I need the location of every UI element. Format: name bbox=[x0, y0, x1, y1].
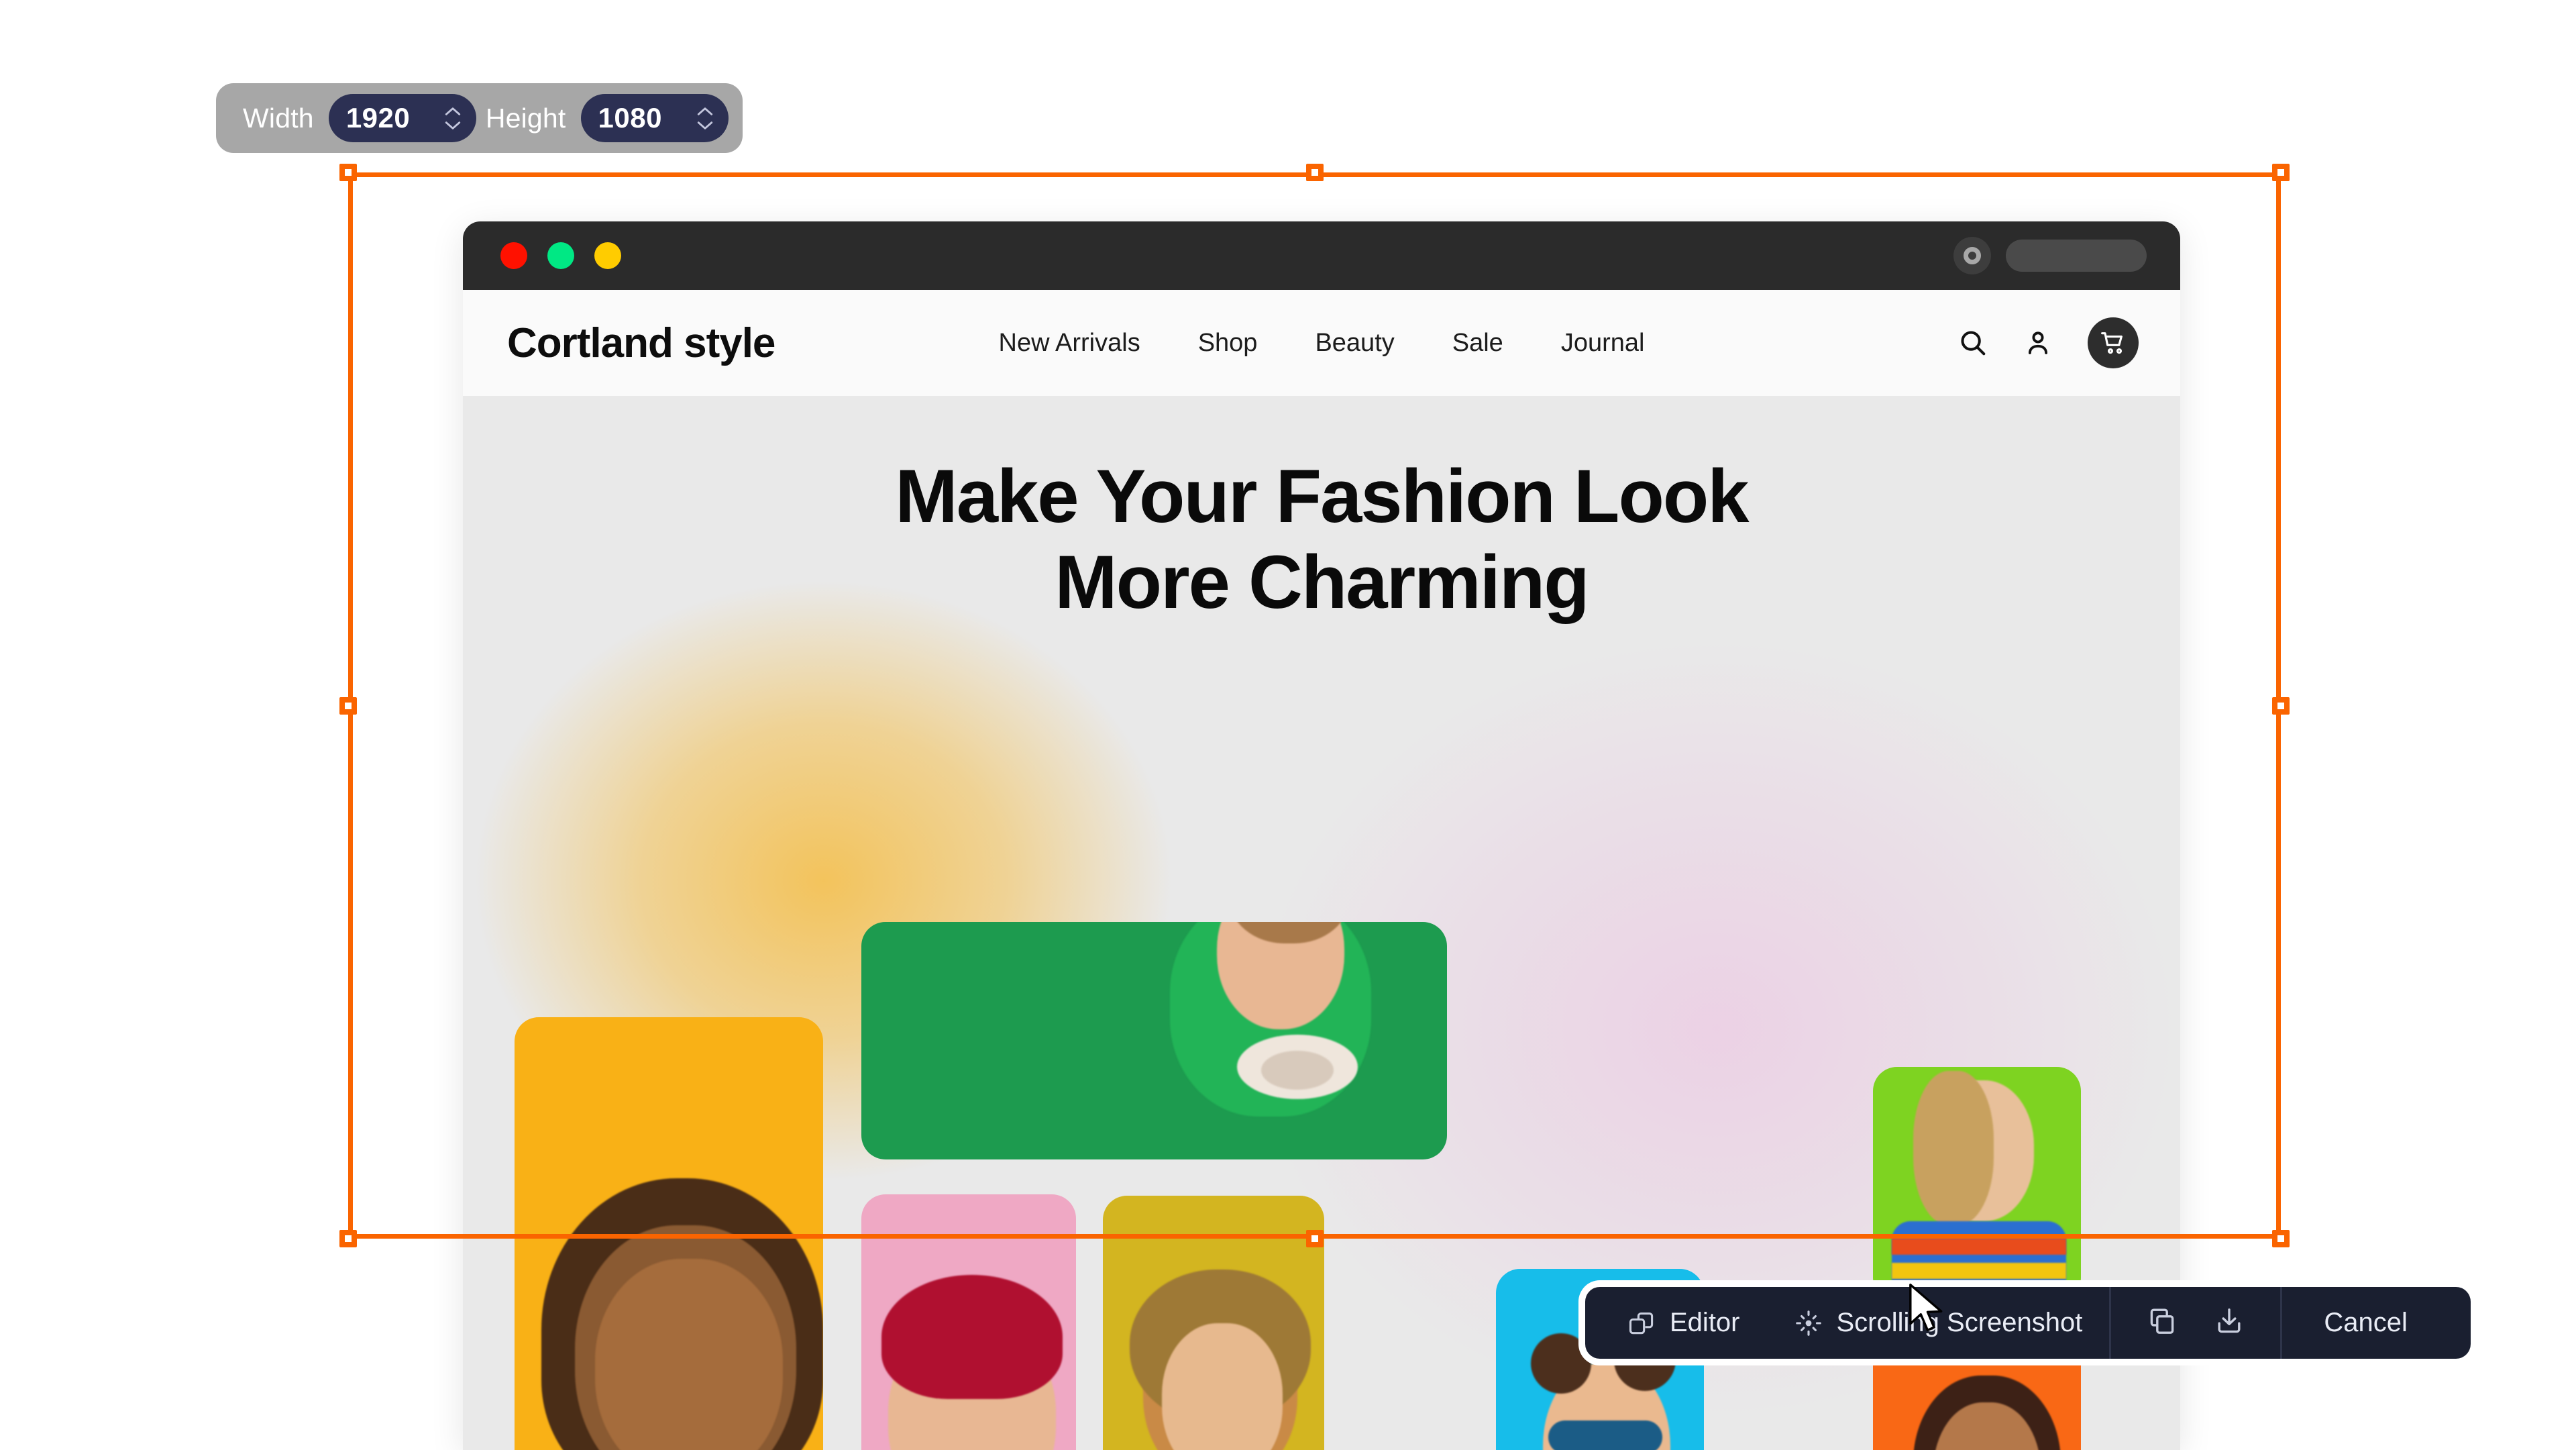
editor-button[interactable]: Editor bbox=[1585, 1287, 1767, 1359]
maximize-window-dot[interactable] bbox=[547, 242, 574, 269]
height-label: Height bbox=[485, 102, 566, 134]
nav-item-journal[interactable]: Journal bbox=[1532, 329, 1674, 358]
user-icon[interactable] bbox=[2023, 328, 2053, 358]
resize-handle-middle-left[interactable] bbox=[339, 696, 357, 715]
browser-titlebar bbox=[463, 221, 2180, 290]
download-icon bbox=[2218, 1308, 2241, 1333]
height-control-group: Height 1080 bbox=[476, 94, 729, 142]
resize-handle-bottom-right[interactable] bbox=[2272, 1230, 2290, 1247]
copy-button[interactable] bbox=[2146, 1305, 2178, 1341]
capture-size-controls: Width 1920 Height 1080 bbox=[216, 83, 743, 153]
screenshot-capture-screen: Cortland style New Arrivals Shop Beauty … bbox=[0, 0, 2576, 1450]
hero-headline: Make Your Fashion Look More Charming bbox=[463, 396, 2180, 625]
site-navigation-bar: Cortland style New Arrivals Shop Beauty … bbox=[463, 290, 2180, 396]
titlebar-right-group bbox=[1953, 237, 2147, 274]
chevron-down-icon bbox=[697, 121, 712, 130]
editor-label: Editor bbox=[1670, 1308, 1740, 1337]
nav-item-new-arrivals[interactable]: New Arrivals bbox=[970, 329, 1169, 358]
shapes-icon bbox=[1629, 1312, 1654, 1334]
close-window-dot[interactable] bbox=[500, 242, 527, 269]
site-logo[interactable]: Cortland style bbox=[507, 319, 775, 367]
browser-window-mock: Cortland style New Arrivals Shop Beauty … bbox=[463, 221, 2180, 1450]
arrow-pointer-cursor bbox=[1909, 1284, 1943, 1332]
width-value: 1920 bbox=[345, 102, 411, 134]
width-stepper[interactable] bbox=[444, 106, 462, 131]
resize-handle-top-center[interactable] bbox=[1305, 164, 1324, 181]
resize-handle-bottom-left[interactable] bbox=[339, 1230, 357, 1247]
resize-handle-top-right[interactable] bbox=[2272, 164, 2290, 181]
chevron-up-icon bbox=[697, 107, 712, 115]
nav-item-beauty[interactable]: Beauty bbox=[1286, 329, 1423, 358]
headline-line-2: More Charming bbox=[1055, 539, 1589, 624]
width-input[interactable]: 1920 bbox=[328, 94, 476, 142]
photo-card-man-yellow-portrait[interactable] bbox=[515, 1017, 823, 1450]
shopping-cart-icon[interactable] bbox=[2088, 317, 2139, 368]
width-label: Width bbox=[243, 102, 314, 134]
circle-ring-icon[interactable] bbox=[1953, 237, 1991, 274]
nav-icon-group bbox=[1957, 317, 2139, 368]
copy-icon bbox=[2151, 1308, 2174, 1334]
main-nav-links: New Arrivals Shop Beauty Sale Journal bbox=[970, 329, 1674, 358]
download-button[interactable] bbox=[2213, 1305, 2245, 1341]
search-icon[interactable] bbox=[1957, 327, 1988, 358]
photo-card-woman-green-rainbow[interactable] bbox=[1873, 1067, 2081, 1302]
resize-handle-middle-right[interactable] bbox=[2272, 696, 2290, 715]
height-value: 1080 bbox=[598, 102, 662, 134]
nav-item-shop[interactable]: Shop bbox=[1169, 329, 1287, 358]
capture-toolbar: Editor Scrolling Screenshot Cancel bbox=[1585, 1287, 2471, 1359]
photo-card-woman-green-hoodie[interactable] bbox=[861, 922, 1447, 1159]
chevron-down-icon bbox=[445, 121, 460, 130]
chevron-up-icon bbox=[445, 107, 460, 115]
scrolling-screenshot-label: Scrolling Screenshot bbox=[1836, 1308, 2083, 1337]
minimize-window-dot[interactable] bbox=[594, 242, 621, 269]
photo-card-woman-pink-beret[interactable] bbox=[861, 1194, 1076, 1450]
nav-item-sale[interactable]: Sale bbox=[1424, 329, 1532, 358]
traffic-light-group bbox=[500, 242, 621, 269]
photo-card-man-mustard-blueshirt[interactable] bbox=[1103, 1196, 1324, 1450]
scroll-capture-icon bbox=[1795, 1310, 1821, 1336]
height-input[interactable]: 1080 bbox=[580, 94, 729, 142]
headline-line-1: Make Your Fashion Look bbox=[895, 454, 1749, 538]
height-stepper[interactable] bbox=[696, 106, 714, 131]
cancel-button[interactable]: Cancel bbox=[2282, 1308, 2449, 1338]
resize-handle-top-left[interactable] bbox=[339, 164, 357, 181]
width-control-group: Width 1920 bbox=[233, 94, 476, 142]
toolbar-action-icons bbox=[2111, 1305, 2280, 1341]
browser-url-bar[interactable] bbox=[2006, 240, 2147, 272]
